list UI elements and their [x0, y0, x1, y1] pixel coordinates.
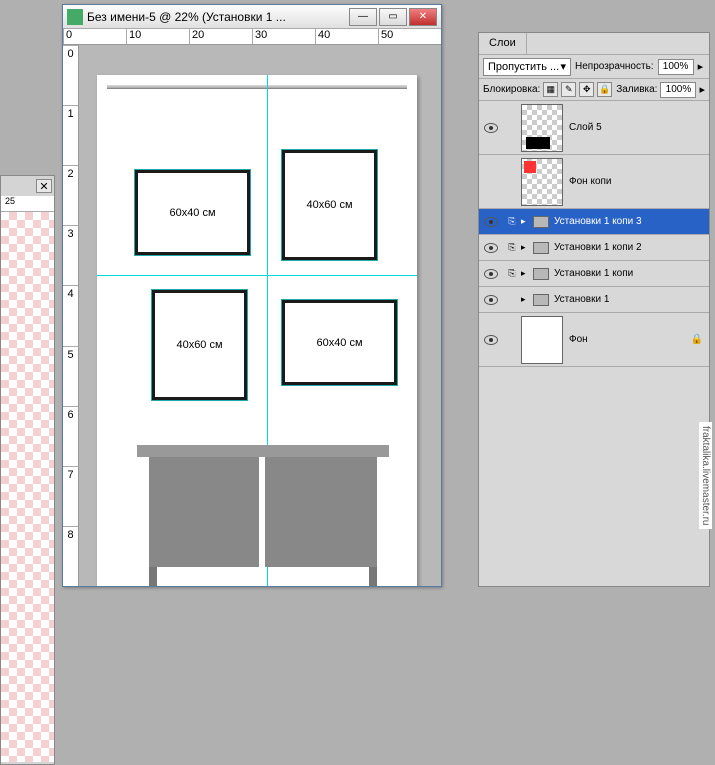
ruler-fragment: 25: [1, 196, 54, 212]
document-window: Без имени-5 @ 22% (Установки 1 ... — ▭ ✕…: [62, 4, 442, 587]
layers-panel: Слои Пропустить ...▾ Непрозрачность: 100…: [478, 32, 710, 587]
blend-mode-select[interactable]: Пропустить ...▾: [483, 58, 571, 76]
expand-arrow-icon[interactable]: ▸: [521, 216, 531, 227]
dresser-leg: [369, 567, 377, 586]
layer-name[interactable]: Установки 1 копи 3: [554, 216, 642, 227]
expand-arrow-icon[interactable]: ▸: [521, 268, 531, 279]
visibility-eye-icon[interactable]: [484, 295, 498, 305]
layer-item[interactable]: Слой 5: [479, 101, 709, 155]
secondary-palette: ✕ 25: [0, 175, 55, 765]
layer-item[interactable]: ⎘ ▸ Установки 1 копи: [479, 261, 709, 287]
lock-transparency-icon[interactable]: ▦: [543, 82, 558, 97]
expand-arrow-icon[interactable]: ▸: [521, 242, 531, 253]
folder-icon: [533, 268, 549, 280]
document-title: Без имени-5 @ 22% (Установки 1 ...: [87, 10, 349, 24]
frame-3[interactable]: 40x60 см: [152, 290, 247, 400]
visibility-eye-icon[interactable]: [484, 269, 498, 279]
dresser-top: [137, 445, 389, 457]
layer-thumbnail[interactable]: [521, 104, 563, 152]
opacity-input[interactable]: 100%: [658, 59, 694, 75]
canvas-area[interactable]: 60x40 см 40x60 см 40x60 см 60x40 см: [79, 45, 441, 586]
layer-item[interactable]: ⎘ ▸ Установки 1 копи 2: [479, 235, 709, 261]
watermark: fraktalika.livemaster.ru: [699, 422, 712, 529]
chevron-right-icon[interactable]: ▸: [699, 83, 705, 96]
layer-name[interactable]: Установки 1 копи: [554, 268, 633, 279]
visibility-eye-icon[interactable]: [484, 123, 498, 133]
lock-icon[interactable]: 🔒: [691, 334, 703, 345]
layer-list: Слой 5 Фон копи ⎘ ▸ Установки 1 копи 3 ⎘…: [479, 101, 709, 367]
frame-4[interactable]: 60x40 см: [282, 300, 397, 385]
layer-name[interactable]: Установки 1: [554, 294, 609, 305]
chevron-down-icon: ▾: [560, 60, 566, 73]
frame-1[interactable]: 60x40 см: [135, 170, 250, 255]
fill-label: Заливка:: [616, 84, 657, 95]
layer-item[interactable]: Фон 🔒: [479, 313, 709, 367]
layer-name[interactable]: Установки 1 копи 2: [554, 242, 642, 253]
lock-label: Блокировка:: [483, 84, 540, 95]
panel-tabs: Слои: [479, 33, 709, 55]
dresser-divider: [259, 457, 265, 567]
visibility-eye-icon[interactable]: [484, 335, 498, 345]
guide-horizontal[interactable]: [97, 275, 417, 276]
app-icon: [67, 9, 83, 25]
link-icon[interactable]: ⎘: [503, 242, 521, 253]
ruler-vertical[interactable]: 0 1 2 3 4 5 6 7 8: [63, 45, 79, 586]
tab-layers[interactable]: Слои: [479, 33, 527, 54]
frame-2[interactable]: 40x60 см: [282, 150, 377, 260]
dresser-leg: [149, 567, 157, 586]
folder-icon: [533, 242, 549, 254]
minimize-button[interactable]: —: [349, 8, 377, 26]
layer-thumbnail[interactable]: [521, 158, 563, 206]
fill-input[interactable]: 100%: [660, 82, 696, 98]
link-icon[interactable]: ⎘: [503, 268, 521, 279]
layer-name[interactable]: Фон: [569, 334, 588, 345]
close-button[interactable]: ✕: [409, 8, 437, 26]
opacity-label: Непрозрачность:: [575, 61, 654, 72]
shelf: [107, 85, 407, 89]
canvas[interactable]: 60x40 см 40x60 см 40x60 см 60x40 см: [97, 75, 417, 586]
visibility-eye-icon[interactable]: [484, 217, 498, 227]
maximize-button[interactable]: ▭: [379, 8, 407, 26]
expand-arrow-icon[interactable]: ▸: [521, 294, 531, 305]
lock-all-icon[interactable]: 🔒: [597, 82, 612, 97]
lock-paint-icon[interactable]: ✎: [561, 82, 576, 97]
layer-item[interactable]: Фон копи: [479, 155, 709, 209]
titlebar[interactable]: Без имени-5 @ 22% (Установки 1 ... — ▭ ✕: [63, 5, 441, 29]
link-icon[interactable]: ⎘: [503, 216, 521, 227]
close-icon[interactable]: ✕: [36, 179, 52, 193]
layer-name[interactable]: Фон копи: [569, 176, 612, 187]
ruler-horizontal[interactable]: 0 10 20 30 40 50: [63, 29, 441, 45]
folder-icon: [533, 216, 549, 228]
layer-item[interactable]: ⎘ ▸ Установки 1 копи 3: [479, 209, 709, 235]
visibility-eye-icon[interactable]: [484, 243, 498, 253]
chevron-right-icon[interactable]: ▸: [698, 60, 704, 73]
folder-icon: [533, 294, 549, 306]
lock-move-icon[interactable]: ✥: [579, 82, 594, 97]
layer-item[interactable]: ▸ Установки 1: [479, 287, 709, 313]
checker-canvas: [1, 212, 54, 762]
layer-name[interactable]: Слой 5: [569, 122, 602, 133]
layer-thumbnail[interactable]: [521, 316, 563, 364]
